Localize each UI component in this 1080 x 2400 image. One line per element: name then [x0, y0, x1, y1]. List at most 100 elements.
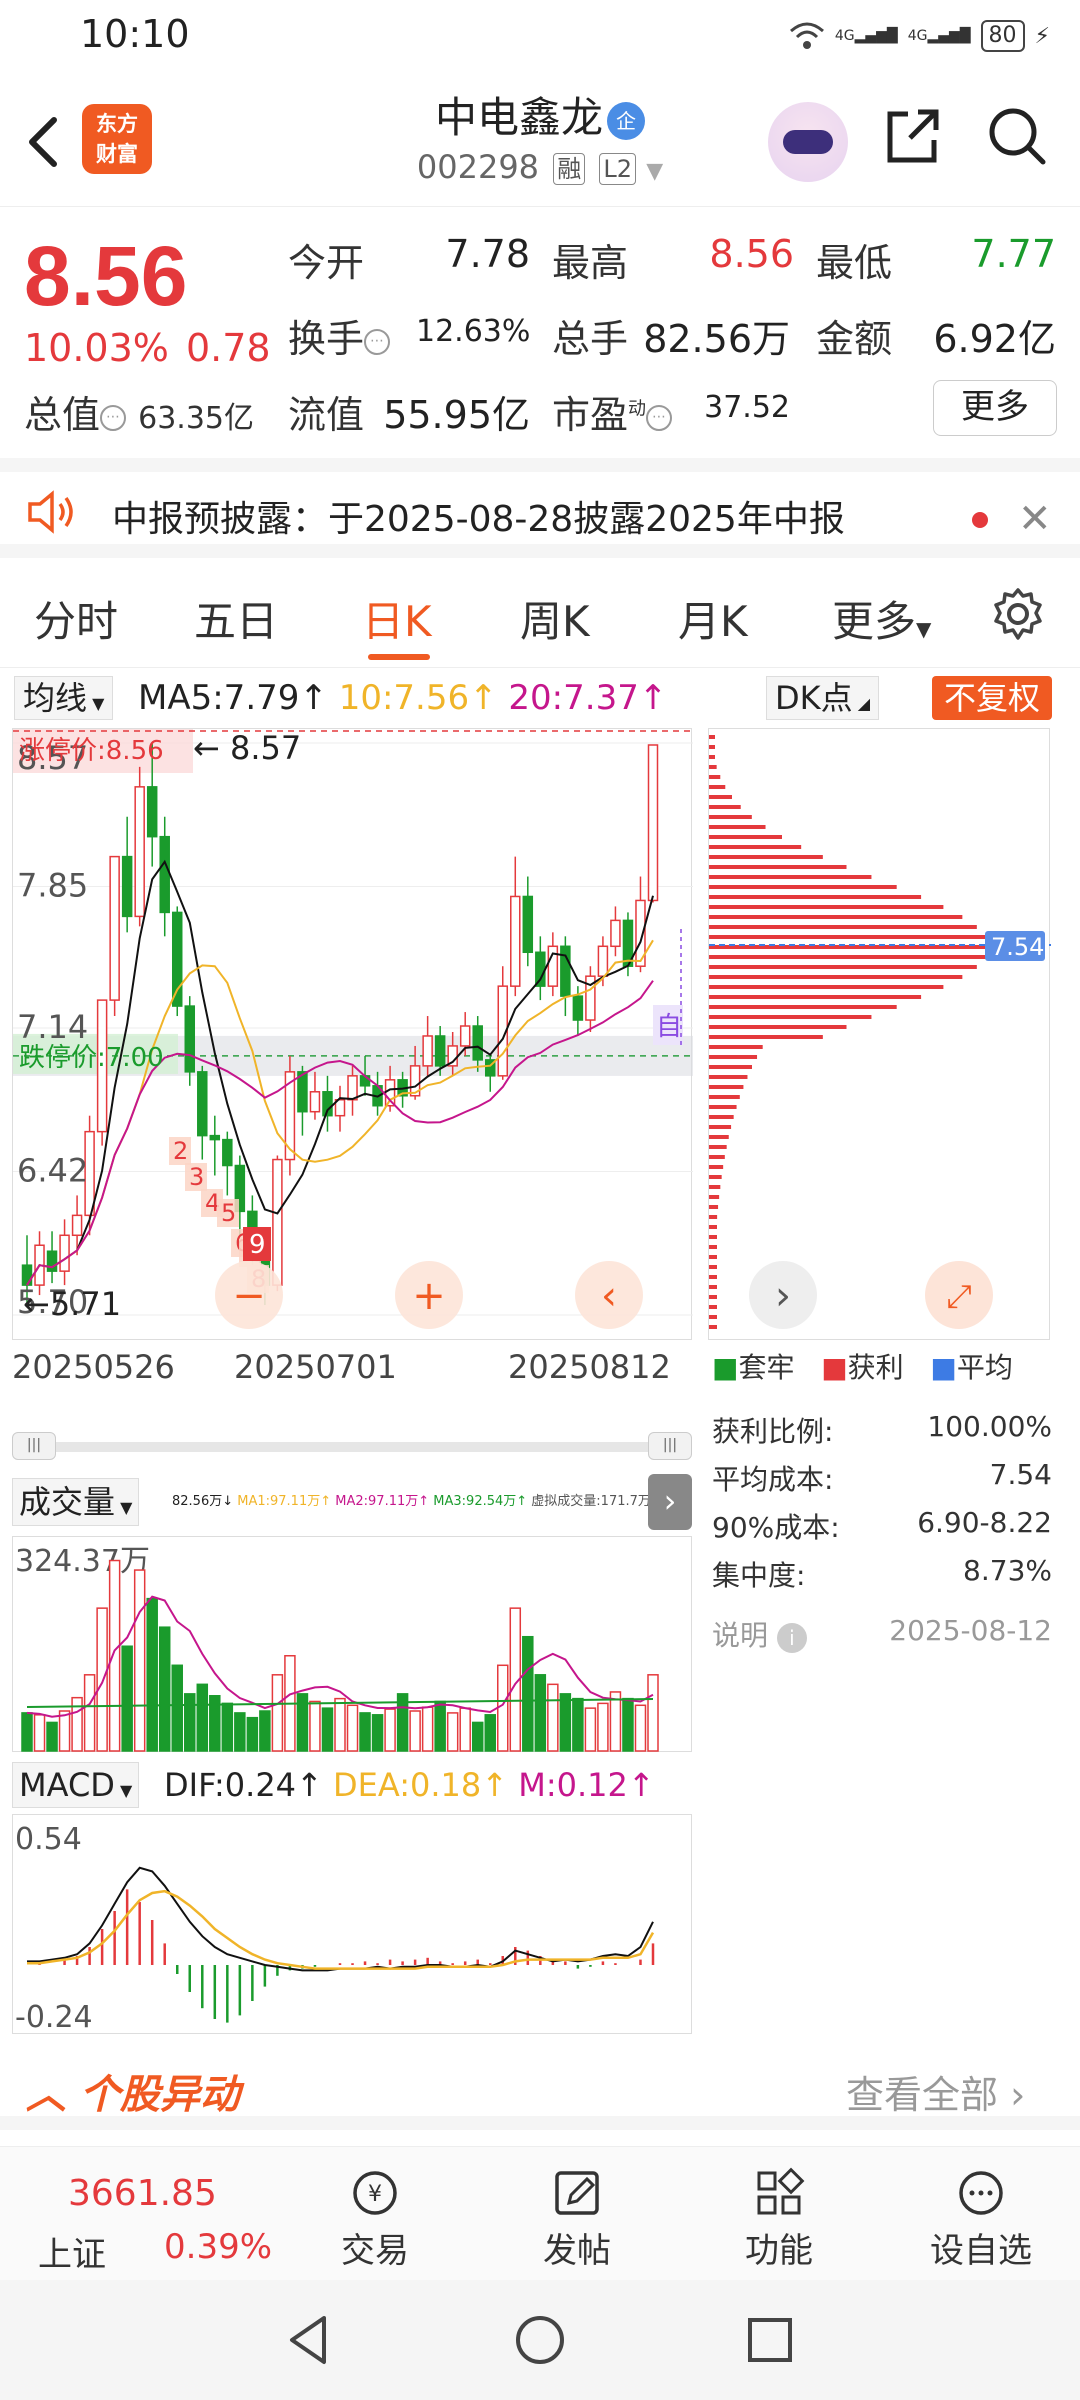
tab-more[interactable]: 更多▼ [832, 588, 931, 649]
change-percent: 10.03% [24, 326, 169, 370]
volume-bar [171, 1664, 183, 1752]
chip-bar [709, 845, 802, 849]
date-axis: 20250526 20250701 20250812 [12, 1340, 692, 1394]
macd-chart[interactable]: 0.54 -0.24 [12, 1814, 692, 2035]
status-bar: 10:10 4G▂▄▆█ 4G▂▄▆█ 80 ⚡ [0, 0, 1080, 72]
volume-chart[interactable]: 324.37万 [12, 1536, 692, 1752]
volume-bar [622, 1697, 634, 1752]
ai-assistant-icon[interactable] [768, 102, 848, 182]
notice-bar[interactable]: 中报预披露：于2025-08-28披露2025年中报 ✕ [0, 458, 1080, 558]
dk-point-button[interactable]: DK点 ◢ [766, 676, 880, 720]
chip-bar [709, 735, 715, 739]
self-tag: 自 [656, 1012, 682, 1042]
volume-bar [371, 1714, 384, 1752]
volume-label: 总手 [552, 317, 629, 361]
volume-value: 82.56万 [643, 317, 790, 361]
chip-bar [709, 1295, 717, 1299]
nav-trade[interactable]: ¥ 交易 [310, 2163, 440, 2272]
chip-bar [709, 1115, 734, 1119]
chip-bar [709, 925, 977, 929]
chip-note[interactable]: 说明 i 2025-08-12 [712, 1614, 1052, 1654]
chip-bar [709, 1285, 717, 1289]
nav-recents-icon[interactable] [740, 2310, 800, 2370]
chip-bar [709, 935, 986, 939]
nav-back-icon[interactable] [280, 2310, 340, 2370]
amount-label: 金额 [816, 317, 893, 361]
status-time: 10:10 [80, 12, 190, 56]
scroll-handle-left[interactable]: ||| [12, 1432, 56, 1460]
chip-bar [709, 805, 741, 809]
ma-values: MA5:7.79↑ 10:7.56↑ 20:7.37↑ [138, 678, 668, 718]
trade-icon: ¥ [310, 2163, 440, 2223]
nav-add-watchlist[interactable]: 设自选 [916, 2163, 1046, 2272]
seq-label: 9 [249, 1230, 266, 1260]
more-button[interactable]: 更多 [933, 380, 1057, 436]
signal-icon-2: 4G▂▄▆█ [907, 28, 971, 44]
candle-body [109, 855, 120, 1001]
chip-bar [709, 1305, 717, 1309]
close-icon[interactable]: ✕ [1018, 496, 1052, 542]
stock-name: 中电鑫龙 [434, 93, 603, 142]
tab-five-day[interactable]: 五日 [194, 588, 278, 649]
volume-selector[interactable]: 成交量 ▼ [12, 1478, 140, 1526]
bottom-nav: 3661.85 上证 0.39% ¥ 交易 发帖 功能 设自选 [0, 2146, 1080, 2280]
tab-monthly-k[interactable]: 月K [678, 588, 748, 649]
volume-bar [547, 1683, 559, 1752]
anomaly-title[interactable]: ︿ 个股异动 [26, 2062, 240, 2120]
share-button[interactable] [880, 104, 950, 174]
chip-bar [709, 1195, 720, 1199]
volume-bar [597, 1702, 609, 1752]
chip-bar [709, 1015, 872, 1019]
candle-body [347, 1075, 358, 1101]
volume-bar [522, 1635, 534, 1752]
indicator-selector[interactable]: 均线 ▼ [14, 676, 114, 720]
chip-bar [709, 815, 752, 819]
tab-weekly-k[interactable]: 周K [520, 588, 590, 649]
nav-functions[interactable]: 功能 [714, 2163, 844, 2272]
y-axis-label: 324.37万 [15, 1544, 150, 1579]
volume-bar [234, 1712, 246, 1752]
expand-icon: ⤢ [946, 1277, 972, 1315]
tab-daily-k[interactable]: 日K [362, 588, 432, 649]
notice-text: 中报预披露：于2025-08-28披露2025年中报 [112, 499, 845, 540]
view-all-link[interactable]: 查看全部 › [846, 2064, 1025, 2119]
volume-bar [572, 1697, 584, 1752]
chip-row: 平均成本: 7.54 [712, 1458, 1052, 1496]
volume-bar [584, 1707, 597, 1752]
chip-bar [709, 1035, 823, 1039]
search-button[interactable] [985, 104, 1055, 174]
volume-bar [309, 1700, 321, 1752]
volume-header: 成交量 ▼ 82.56万↓ MA1:97.11万↑ MA2:97.11万↑ MA… [12, 1474, 692, 1534]
chip-bar [709, 745, 715, 749]
index-widget[interactable]: 3661.85 上证 0.39% [0, 2147, 280, 2281]
volume-bar [384, 1708, 396, 1752]
candle-body [572, 995, 584, 1021]
gear-icon[interactable] [990, 586, 1046, 642]
kline-chart[interactable]: 8.57 7.85 7.14 6.42 5.70 涨停价:8.56 跌停价:7.00 ← 8.… [12, 728, 693, 1340]
date-label: 20250526 [12, 1348, 175, 1386]
nav-post[interactable]: 发帖 [512, 2163, 642, 2272]
chevron-up-icon: ︿ [26, 2072, 66, 2118]
chip-distribution-chart[interactable]: 7.54 › ⤢ [708, 728, 1051, 1340]
volume-bar [121, 1645, 133, 1752]
volume-bar [359, 1712, 371, 1752]
volume-bar [647, 1674, 659, 1752]
candle-body [171, 911, 183, 1007]
quote-panel: 8.56 10.03% 0.78 今开 7.78 最高 8.56 最低 7.77… [0, 208, 1080, 458]
chart-scrollbar[interactable]: ||| ||| [12, 1432, 692, 1460]
chip-bar [709, 1185, 721, 1189]
chip-bar [709, 1175, 722, 1179]
expand-icon[interactable]: › [648, 1474, 692, 1530]
scroll-handle-right[interactable]: ||| [648, 1432, 692, 1460]
volume-values: 82.56万↓ MA1:97.11万↑ MA2:97.11万↑ MA3:92.5… [172, 1494, 651, 1509]
volume-bar [46, 1721, 58, 1752]
macd-selector[interactable]: MACD ▼ [12, 1762, 140, 1808]
tab-intraday[interactable]: 分时 [34, 588, 118, 649]
chip-row: 90%成本: 6.90-8.22 [712, 1506, 1052, 1544]
candle-body [510, 895, 521, 987]
more-circle-icon [916, 2163, 1046, 2223]
current-price: 8.56 [24, 229, 188, 323]
nav-home-icon[interactable] [510, 2310, 570, 2370]
adjust-button[interactable]: 不复权 [932, 676, 1053, 720]
chip-bar [709, 895, 922, 899]
